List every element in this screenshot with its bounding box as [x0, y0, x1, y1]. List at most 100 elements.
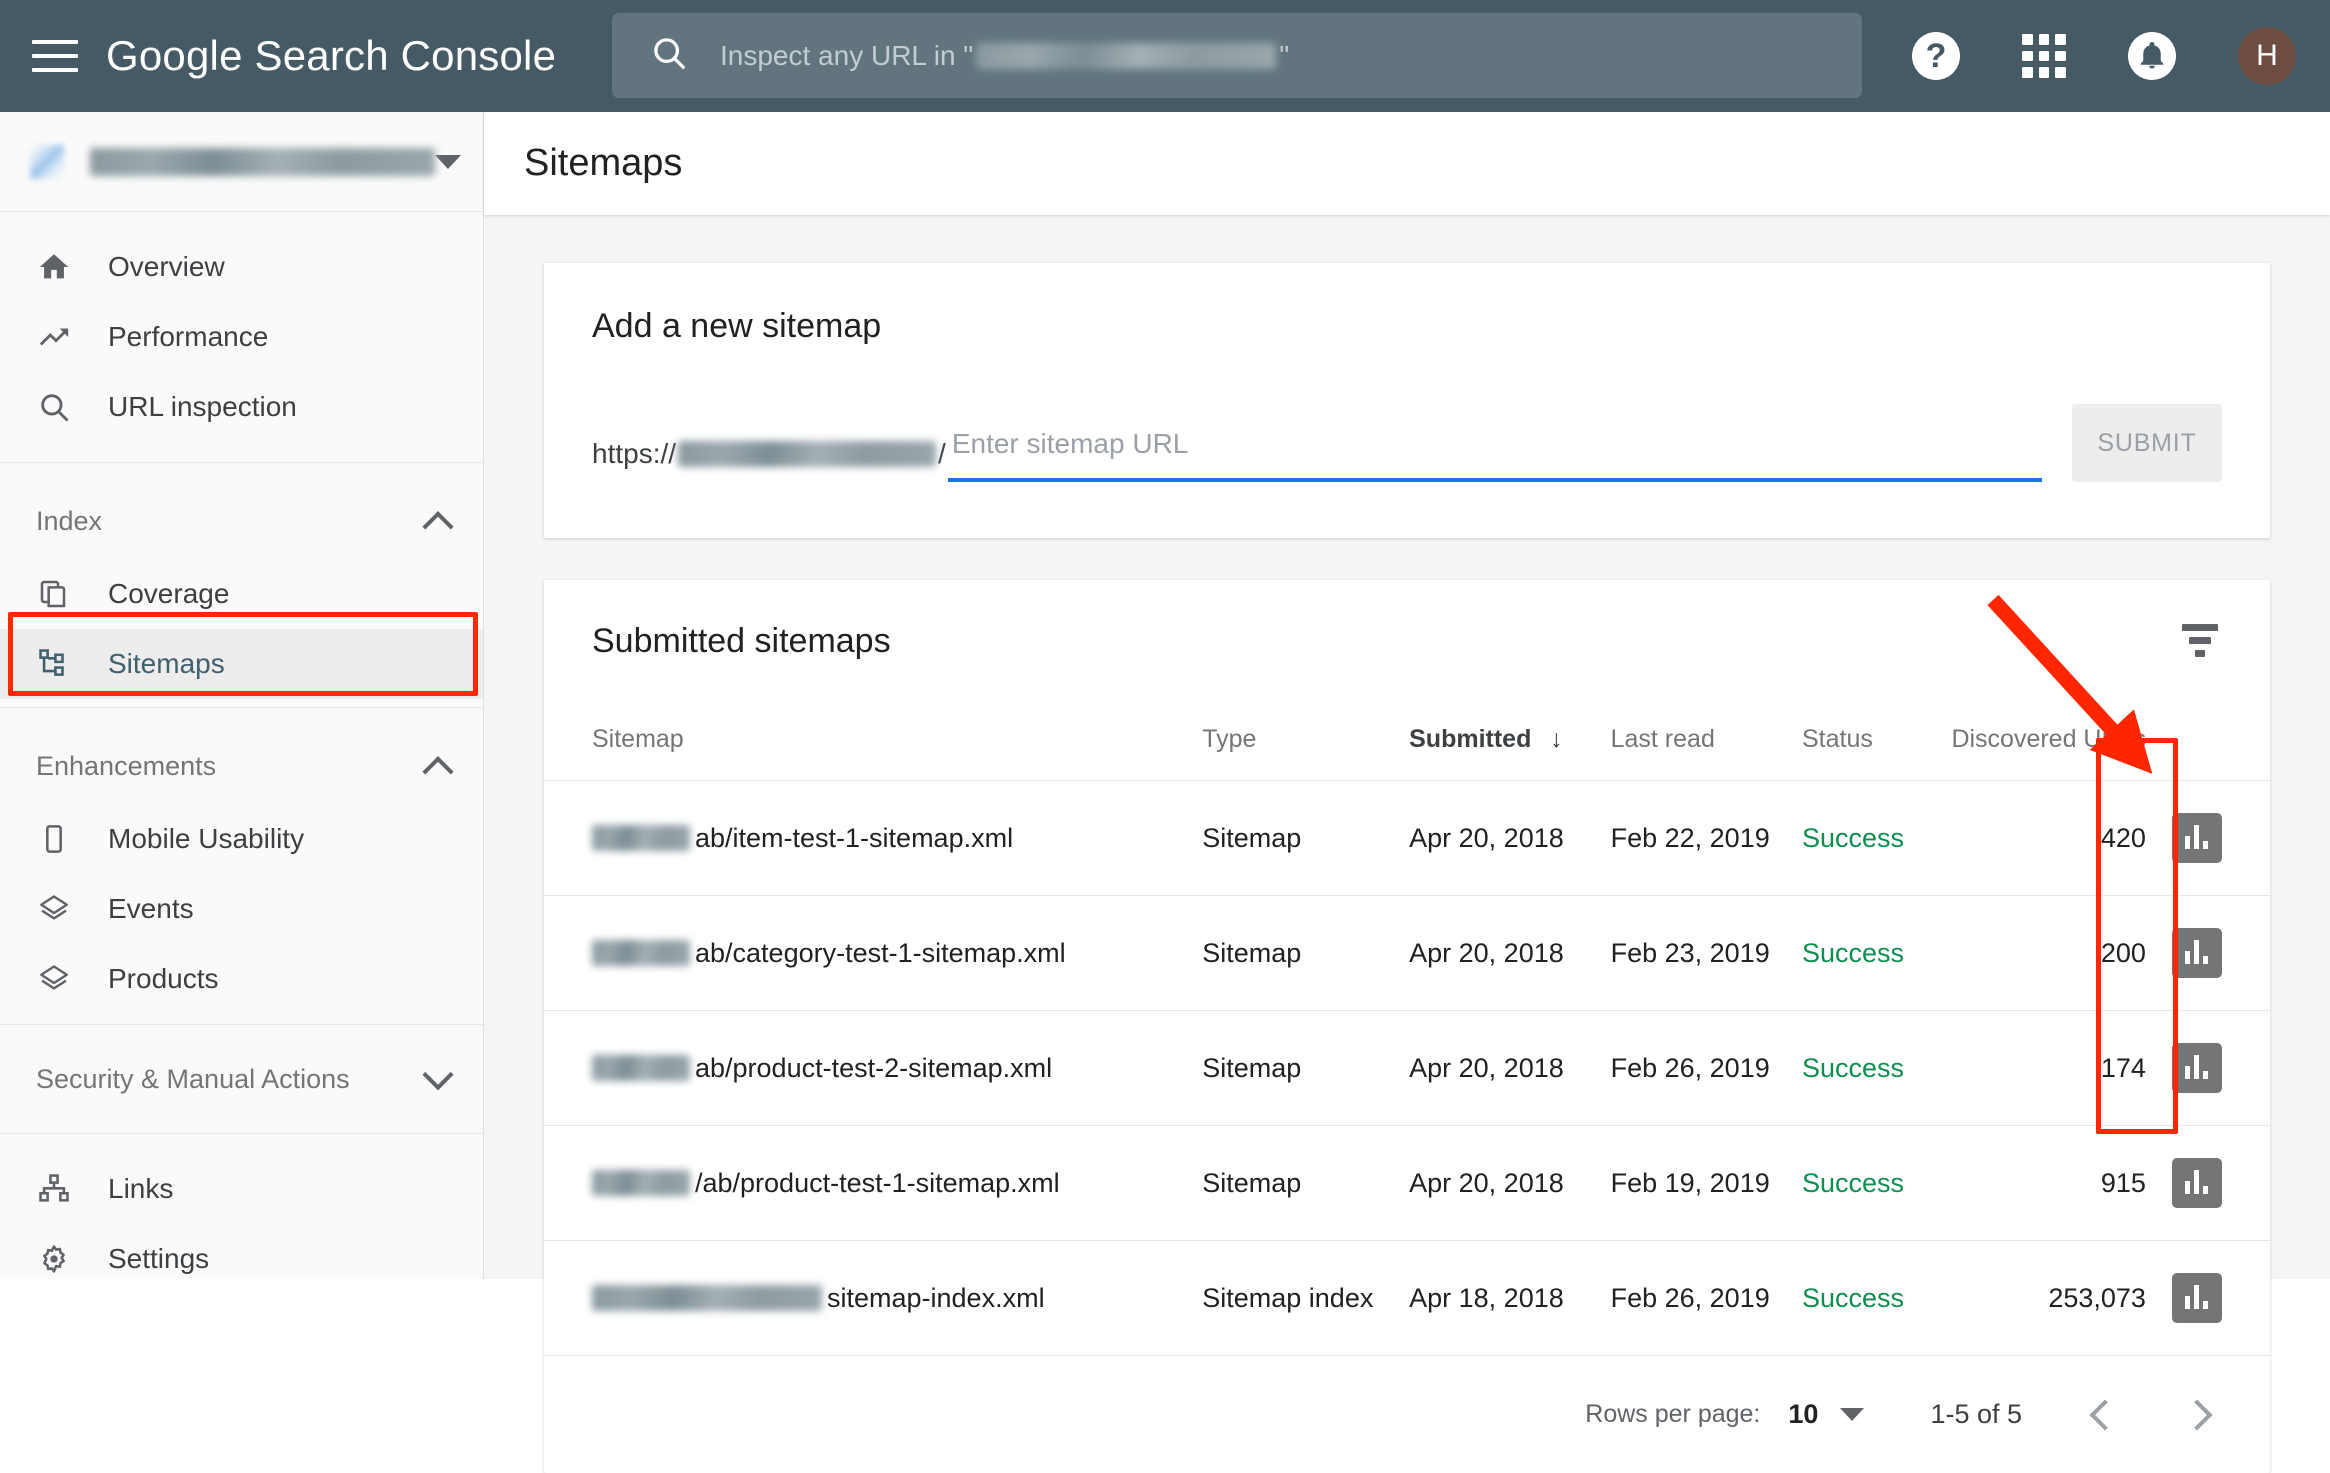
sitemap-path-label: sitemap-index.xml: [827, 1283, 1045, 1314]
chevron-up-icon[interactable]: [422, 511, 453, 542]
cell-sitemap[interactable]: sitemap-index.xml: [544, 1241, 1202, 1356]
sidebar-item-performance[interactable]: Performance: [0, 302, 483, 372]
bar-chart-icon[interactable]: [2172, 1273, 2222, 1323]
sitemaps-table: Sitemap Type Submitted ↓ Last read Statu…: [544, 707, 2270, 1355]
bell-icon: [2128, 32, 2176, 80]
sidebar-group-header-index[interactable]: Index: [0, 483, 483, 559]
cell-last-read-label: Feb 26, 2019: [1611, 1053, 1770, 1083]
sidebar-group-header-security[interactable]: Security & Manual Actions: [0, 1041, 483, 1117]
rows-per-page-label: Rows per page:: [1585, 1400, 1760, 1429]
avatar[interactable]: H: [2238, 27, 2296, 85]
help-button[interactable]: ?: [1912, 32, 1960, 80]
cell-chart-action: [2172, 1011, 2270, 1126]
chevron-right-icon[interactable]: [2181, 1399, 2212, 1430]
sidebar-item-label: Events: [108, 893, 194, 925]
table-row[interactable]: /ab/product-test-1-sitemap.xmlSitemapApr…: [544, 1126, 2270, 1241]
hamburger-icon[interactable]: [32, 33, 78, 79]
sidebar-item-events[interactable]: Events: [0, 874, 483, 944]
sidebar-group-title: Index: [36, 506, 102, 537]
cell-discovered-urls-label: 200: [2101, 938, 2146, 968]
cell-last-read: Feb 26, 2019: [1611, 1241, 1802, 1356]
cell-sitemap[interactable]: ab/product-test-2-sitemap.xml: [544, 1011, 1202, 1126]
column-header-discovered-urls[interactable]: Discovered URLs: [1951, 707, 2172, 781]
redacted-domain: [678, 441, 936, 467]
sidebar-item-label: URL inspection: [108, 391, 297, 423]
cell-discovered-urls-label: 174: [2101, 1053, 2146, 1083]
chevron-down-icon[interactable]: [435, 155, 461, 169]
rows-per-page-value[interactable]: 10: [1788, 1399, 1818, 1430]
sidebar-item-label: Mobile Usability: [108, 823, 304, 855]
cell-status-label: Success: [1802, 1053, 1904, 1083]
cell-submitted-label: Apr 18, 2018: [1409, 1283, 1564, 1313]
notifications-button[interactable]: [2128, 32, 2176, 80]
cell-submitted-label: Apr 20, 2018: [1409, 1053, 1564, 1083]
table-row[interactable]: ab/product-test-2-sitemap.xml Sitemap Apr …: [544, 1011, 2270, 1126]
cell-type-label: Sitemap: [1202, 1053, 1301, 1083]
submit-button[interactable]: SUBMIT: [2072, 404, 2222, 482]
apps-button[interactable]: [2022, 34, 2066, 78]
cell-chart-action: [2172, 896, 2270, 1011]
page-title-bar: Sitemaps: [484, 112, 2330, 215]
sidebar-item-products[interactable]: Products: [0, 944, 483, 1014]
column-header-sitemap[interactable]: Sitemap: [544, 707, 1202, 781]
property-selector[interactable]: [0, 112, 483, 212]
column-header-type[interactable]: Type: [1202, 707, 1409, 781]
sidebar-item-links[interactable]: Links: [0, 1154, 483, 1224]
cell-type-label: Sitemap: [1202, 823, 1301, 853]
chevron-down-icon[interactable]: [422, 1059, 453, 1090]
cell-status-label: Success: [1802, 938, 1904, 968]
submitted-sitemaps-title: Submitted sitemaps: [592, 622, 891, 661]
url-scheme-label: https://: [592, 438, 676, 470]
table-row[interactable]: sitemap-index.xml Sitemap indexApr 18, 20…: [544, 1241, 2270, 1356]
table-row[interactable]: ab/category-test-1-sitemap.xmlSitemapApr…: [544, 896, 2270, 1011]
column-header-status[interactable]: Status: [1802, 707, 1951, 781]
chevron-down-icon[interactable]: [1840, 1408, 1864, 1421]
bar-chart-icon[interactable]: [2172, 1043, 2222, 1093]
cell-status-label: Success: [1802, 1283, 1904, 1313]
bar-chart-icon[interactable]: [2172, 1158, 2222, 1208]
sitemap-path-label: ab/product-test-2-sitemap.xml: [695, 1053, 1052, 1084]
sidebar-item-mobile-usability[interactable]: Mobile Usability: [0, 804, 483, 874]
sitemap-path-label: ab/item-test-1-sitemap.xml: [695, 823, 1013, 854]
cell-submitted: Apr 20, 2018: [1409, 896, 1610, 1011]
cell-submitted-label: Apr 20, 2018: [1409, 1168, 1564, 1198]
column-header-submitted[interactable]: Submitted ↓: [1409, 707, 1610, 781]
url-inspection-search-bar[interactable]: Inspect any URL in " ": [612, 13, 1862, 98]
sitemap-tree-icon: [34, 644, 74, 684]
chevron-left-icon[interactable]: [2089, 1399, 2120, 1430]
cell-discovered-urls: 174: [1951, 1011, 2172, 1126]
sidebar-item-label: Settings: [108, 1243, 209, 1275]
pagination-range-label: 1-5 of 5: [1930, 1399, 2022, 1430]
cell-status: Success: [1802, 1241, 1951, 1356]
cell-sitemap[interactable]: /ab/product-test-1-sitemap.xml: [544, 1126, 1202, 1241]
sidebar-item-sitemaps[interactable]: Sitemaps: [0, 629, 483, 699]
bar-chart-icon[interactable]: [2172, 928, 2222, 978]
cell-last-read-label: Feb 26, 2019: [1611, 1283, 1770, 1313]
cell-sitemap[interactable]: ab/category-test-1-sitemap.xml: [544, 896, 1202, 1011]
column-header-chart: [2172, 707, 2270, 781]
sidebar-item-label: Sitemaps: [108, 648, 225, 680]
sidebar-group-header-enhancements[interactable]: Enhancements: [0, 728, 483, 804]
cell-type: Sitemap index: [1202, 1241, 1409, 1356]
table-row[interactable]: ab/item-test-1-sitemap.xmlSitemapApr 20,…: [544, 781, 2270, 896]
column-header-last-read[interactable]: Last read: [1611, 707, 1802, 781]
sidebar-item-url-inspection[interactable]: URL inspection: [0, 372, 483, 442]
cell-submitted-label: Apr 20, 2018: [1409, 938, 1564, 968]
chevron-up-icon[interactable]: [422, 756, 453, 787]
sidebar-item-settings[interactable]: Settings: [0, 1224, 483, 1294]
search-placeholder: Inspect any URL in " ": [720, 40, 1289, 72]
sitemap-url-input[interactable]: [948, 422, 2042, 468]
bar-chart-icon[interactable]: [2172, 813, 2222, 863]
app-header: Google Search Console Inspect any URL in…: [0, 0, 2330, 112]
cell-sitemap[interactable]: ab/item-test-1-sitemap.xml: [544, 781, 1202, 896]
trending-up-icon: [34, 317, 74, 357]
sidebar-footer-group: Links Settings: [0, 1134, 483, 1314]
sidebar-item-coverage[interactable]: Coverage: [0, 559, 483, 629]
sitemap-path-label: ab/category-test-1-sitemap.xml: [695, 938, 1066, 969]
sidebar-item-overview[interactable]: Overview: [0, 232, 483, 302]
cell-submitted: Apr 20, 2018: [1409, 1011, 1610, 1126]
redacted-domain: [592, 825, 690, 851]
filter-icon[interactable]: [2178, 622, 2222, 658]
cell-last-read: Feb 23, 2019: [1611, 896, 1802, 1011]
cell-status: Success: [1802, 1011, 1951, 1126]
